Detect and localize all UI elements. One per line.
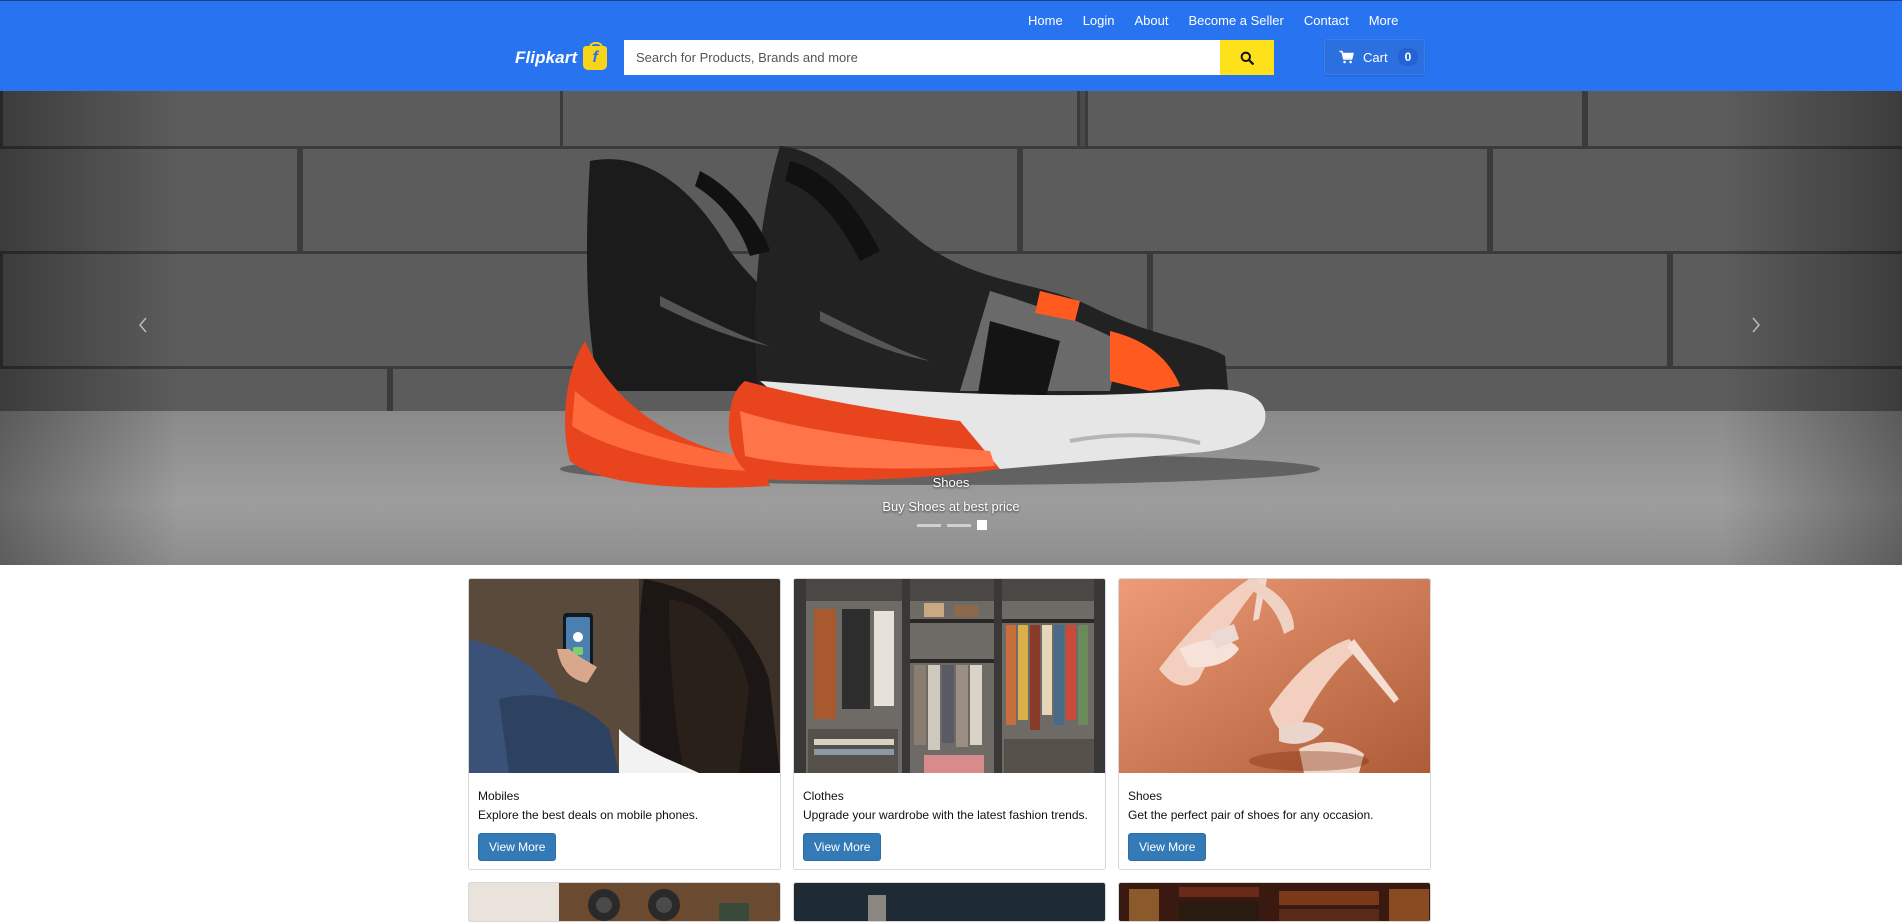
chevron-right-icon [1752, 317, 1760, 333]
nav-contact-link[interactable]: Contact [1294, 11, 1359, 31]
view-more-button[interactable]: View More [478, 833, 557, 861]
card-title: Shoes [1128, 789, 1163, 803]
category-card-row2-2 [793, 882, 1106, 922]
search-input[interactable] [624, 40, 1220, 75]
shopping-bag-icon: f [583, 42, 608, 70]
cart-label: Cart [1363, 49, 1388, 65]
mobiles-image [469, 579, 780, 773]
card-description: Get the perfect pair of shoes for any oc… [1128, 808, 1374, 822]
carousel-caption-title: Shoes [932, 475, 970, 490]
carousel-indicator-3[interactable] [977, 520, 987, 530]
nav-become-seller-link[interactable]: Become a Seller [1178, 11, 1293, 31]
category-card-row2-3 [1118, 882, 1431, 922]
card-image [1119, 883, 1430, 921]
shoes-image [1119, 579, 1430, 773]
header: Home Login About Become a Seller Contact… [0, 0, 1902, 91]
cart-icon [1339, 50, 1354, 64]
carousel-indicators [917, 520, 987, 530]
cart-button[interactable]: Cart 0 [1324, 39, 1425, 75]
card-title: Clothes [803, 789, 844, 803]
chevron-left-icon [139, 317, 147, 333]
logo-text: Flipkart [515, 48, 578, 67]
hero-carousel: Shoes Buy Shoes at best price [0, 91, 1902, 565]
logo-bag-letter: f [592, 49, 598, 66]
card-image [794, 883, 1105, 921]
carousel-prev-button[interactable] [128, 310, 158, 340]
carousel-indicator-2[interactable] [947, 523, 971, 527]
flipkart-logo[interactable]: Flipkart f [515, 42, 608, 70]
card-description: Upgrade your wardrobe with the latest fa… [803, 808, 1088, 822]
card-title: Mobiles [478, 789, 520, 803]
nav-about-link[interactable]: About [1125, 11, 1179, 31]
card-description: Explore the best deals on mobile phones. [478, 808, 699, 822]
search-button[interactable] [1220, 40, 1274, 75]
category-card-mobiles: Mobiles Explore the best deals on mobile… [468, 578, 781, 870]
carousel-indicator-1[interactable] [917, 523, 941, 527]
clothes-image [794, 579, 1105, 773]
search-icon [1240, 51, 1254, 65]
category-card-clothes: Clothes Upgrade your wardrobe with the l… [793, 578, 1106, 870]
search-bar [624, 40, 1274, 75]
top-nav: Home Login About Become a Seller Contact… [1020, 11, 1408, 31]
view-more-button[interactable]: View More [803, 833, 882, 861]
sneakers-image [560, 146, 1320, 488]
view-more-button[interactable]: View More [1128, 833, 1207, 861]
carousel-caption-subtitle: Buy Shoes at best price [882, 499, 1020, 514]
card-image [469, 883, 780, 921]
nav-home-link[interactable]: Home [1020, 11, 1073, 31]
cart-count-badge: 0 [1397, 48, 1419, 66]
nav-login-link[interactable]: Login [1073, 11, 1125, 31]
category-card-row2-1 [468, 882, 781, 922]
carousel-next-button[interactable] [1741, 310, 1771, 340]
nav-more-link[interactable]: More [1359, 11, 1409, 31]
category-card-shoes: Shoes Get the perfect pair of shoes for … [1118, 578, 1431, 870]
